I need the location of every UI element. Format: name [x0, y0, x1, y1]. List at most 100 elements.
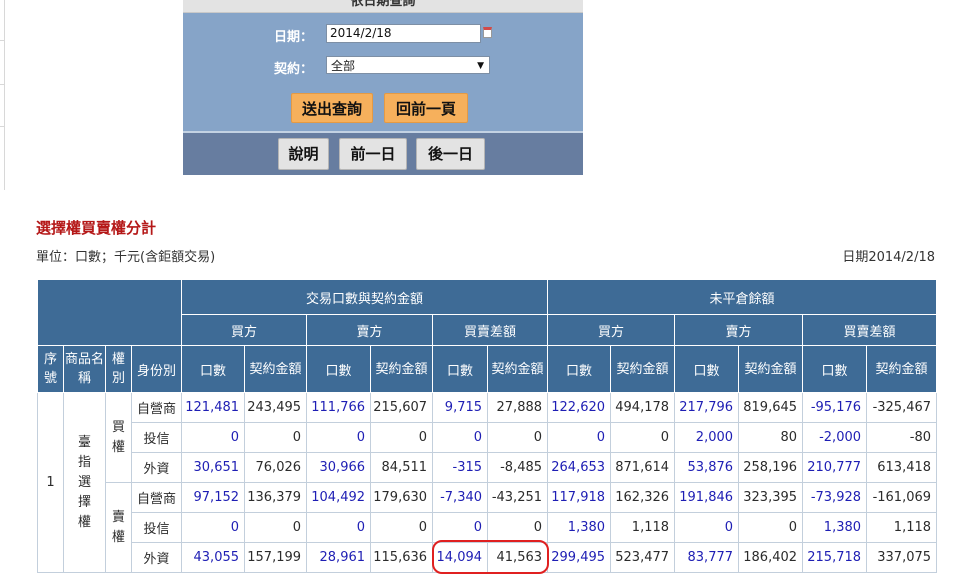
side-header-oi-sell: 賣方 — [674, 314, 804, 346]
submit-query-button[interactable]: 送出查詢 — [291, 93, 373, 123]
contract-select[interactable]: 全部 ▼ — [326, 56, 490, 74]
amount-cell: 76,026 — [244, 452, 308, 483]
qty-cell: 215,718 — [802, 542, 868, 573]
amount-cell: 494,178 — [610, 392, 676, 423]
prev-day-button[interactable]: 前一日 — [339, 138, 407, 170]
qty-cell: -95,176 — [802, 392, 868, 423]
side-header-buy: 買方 — [181, 314, 308, 346]
header-corner — [36, 279, 183, 346]
amount-cell: 27,888 — [487, 392, 549, 423]
qty-cell: 210,777 — [802, 452, 868, 483]
highlight-annotation — [432, 540, 549, 574]
identity-cell: 自營商 — [131, 482, 183, 513]
col-header-amount: 契約金額 — [370, 345, 434, 393]
qty-cell: 104,492 — [306, 482, 372, 513]
amount-cell: 115,636 — [370, 542, 434, 573]
amount-cell: 1,118 — [866, 512, 938, 543]
qty-cell: 53,876 — [674, 452, 740, 483]
qty-cell: 122,620 — [547, 392, 612, 423]
header-row-3: 序號 商品名稱 權別 身份別 口數 契約金額 口數 契約金額 口數 契約金額 口… — [37, 345, 938, 393]
amount-cell: 819,645 — [738, 392, 804, 423]
amount-cell: -161,069 — [866, 482, 938, 513]
qty-cell: 0 — [306, 422, 372, 453]
qty-cell: 28,961 — [306, 542, 372, 573]
amount-cell: 84,511 — [370, 452, 434, 483]
identity-cell: 外資 — [131, 542, 183, 573]
product-cell: 臺指選擇權 — [63, 392, 106, 573]
report-date: 日期2014/2/18 — [842, 250, 935, 265]
amount-cell: 0 — [370, 512, 434, 543]
qty-cell: -7,340 — [432, 482, 489, 513]
next-day-button[interactable]: 後一日 — [416, 138, 485, 170]
table-row: 投信 0 0 0 0 0 0 1,380 1,118 0 0 1,380 1,118 — [38, 512, 938, 543]
qty-cell: -315 — [432, 452, 489, 483]
unit-note: 單位：口數；千元(含鉅額交易) — [36, 250, 216, 265]
identity-cell: 投信 — [131, 512, 183, 543]
amount-cell: -43,251 — [487, 482, 549, 513]
table-row: 外資 30,651 76,026 30,966 84,511 -315 -8,485 264,… — [38, 452, 938, 483]
qty-cell: 1,380 — [802, 512, 868, 543]
col-header-qty: 口數 — [432, 345, 489, 393]
amount-cell: 871,614 — [610, 452, 676, 483]
group-header-trading: 交易口數與契約金額 — [181, 279, 549, 315]
amount-cell: 337,075 — [866, 542, 938, 573]
amount-cell: 0 — [487, 422, 549, 453]
amount-cell: 323,395 — [738, 482, 804, 513]
qty-cell: 264,653 — [547, 452, 612, 483]
qty-cell: 0 — [547, 422, 612, 453]
help-button[interactable]: 說明 — [278, 138, 329, 170]
amount-cell: 162,326 — [610, 482, 676, 513]
qty-cell: 97,152 — [181, 482, 246, 513]
group-header-open-interest: 未平倉餘額 — [547, 279, 938, 315]
header-row-1: 交易口數與契約金額 未平倉餘額 — [36, 279, 938, 346]
qty-cell: 0 — [674, 512, 740, 543]
query-panel: 依日期查詢 日期： 2014/2/18 契約： 全部 ▼ 送出查詢 回前一頁 說… — [183, 0, 583, 175]
date-input[interactable]: 2014/2/18 — [326, 24, 481, 43]
col-header-amount: 契約金額 — [866, 345, 938, 393]
qty-cell: 30,966 — [306, 452, 372, 483]
amount-cell: 215,607 — [370, 392, 434, 423]
options-table: 交易口數與契約金額 未平倉餘額 買方 賣方 買賣差額 買方 賣方 買賣差額 序號… — [36, 279, 938, 573]
amount-cell: 523,477 — [610, 542, 676, 573]
amount-cell: 136,379 — [244, 482, 308, 513]
qty-cell: 0 — [432, 512, 489, 543]
qty-cell: 9,715 — [432, 392, 489, 423]
query-panel-title-bar: 依日期查詢 — [183, 0, 583, 13]
table-row: 投信 0 0 0 0 0 0 0 0 2,000 80 -2,000 -80 — [38, 422, 938, 453]
col-header-amount: 契約金額 — [244, 345, 308, 393]
table-row: 1 臺指選擇權 買權 自營商 121,481 243,495 111,766 215,607 9… — [37, 392, 938, 573]
seq-cell: 1 — [37, 392, 64, 573]
amount-cell: -80 — [866, 422, 938, 453]
col-header-product: 商品名稱 — [63, 345, 106, 393]
identity-cell: 投信 — [131, 422, 183, 453]
side-header-oi-buy: 買方 — [547, 314, 676, 346]
side-header-net: 買賣差額 — [432, 314, 549, 346]
qty-cell: -2,000 — [802, 422, 868, 453]
qty-cell: 117,918 — [547, 482, 612, 513]
side-header-oi-net: 買賣差額 — [802, 314, 938, 346]
call-right-cell: 買權 — [104, 392, 133, 483]
col-header-identity: 身份別 — [131, 345, 183, 393]
contract-label: 契約： — [274, 62, 314, 77]
qty-cell: 1,380 — [547, 512, 612, 543]
col-header-amount: 契約金額 — [487, 345, 549, 393]
amount-cell: 0 — [244, 422, 308, 453]
qty-cell: 111,766 — [306, 392, 372, 423]
qty-cell: 121,481 — [181, 392, 246, 423]
col-header-qty: 口數 — [306, 345, 372, 393]
back-button[interactable]: 回前一頁 — [384, 93, 468, 123]
amount-cell: 179,630 — [370, 482, 434, 513]
qty-cell: 30,651 — [181, 452, 246, 483]
calendar-icon[interactable] — [483, 27, 492, 38]
amount-cell: 80 — [738, 422, 804, 453]
col-header-seq: 序號 — [37, 345, 64, 393]
qty-cell: 191,846 — [674, 482, 740, 513]
amount-cell: 1,118 — [610, 512, 676, 543]
qty-cell: 0 — [432, 422, 489, 453]
date-label: 日期： — [274, 30, 314, 45]
date-nav-bar: 說明 前一日 後一日 — [183, 133, 583, 175]
amount-cell: 157,199 — [244, 542, 308, 573]
amount-cell: -325,467 — [866, 392, 938, 423]
table-row: 賣權 自營商 97,152 136,379 104,492 179,630 -7,340 -4… — [38, 482, 938, 573]
qty-cell: 299,495 — [547, 542, 612, 573]
